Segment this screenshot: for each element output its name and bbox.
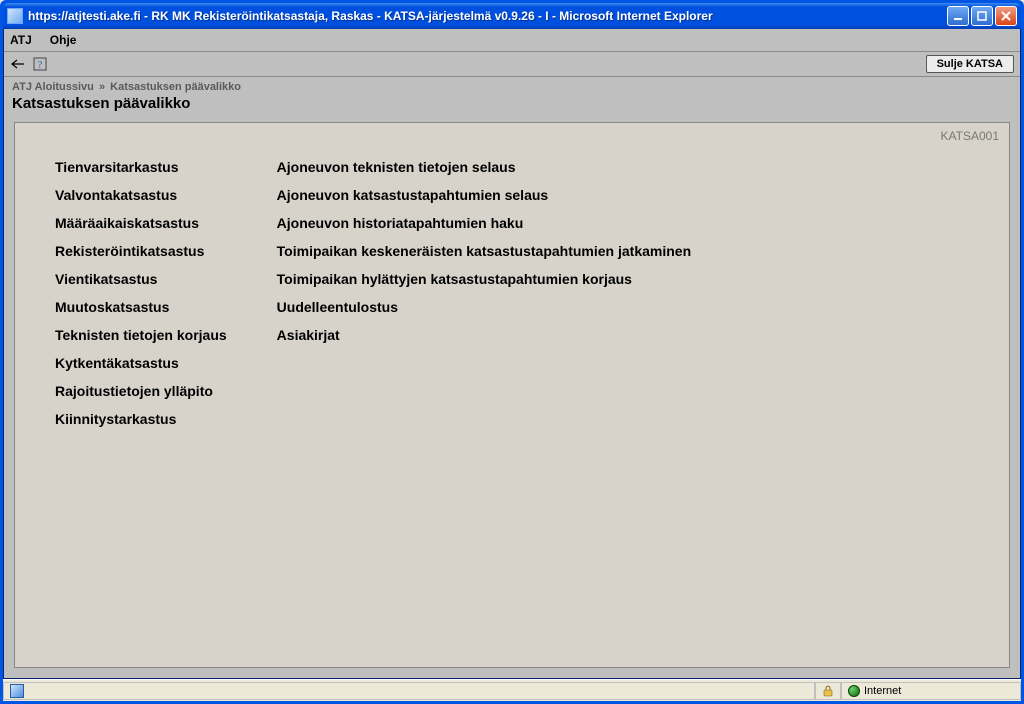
menu-ohje[interactable]: Ohje: [50, 33, 77, 47]
link-valvontakatsastus[interactable]: Valvontakatsastus: [55, 181, 227, 209]
close-button[interactable]: [995, 6, 1017, 26]
link-keskeneraisten-jatkaminen[interactable]: Toimipaikan keskeneräisten katsastustapa…: [277, 237, 691, 265]
toolbar: ? Sulje KATSA: [4, 52, 1020, 77]
link-maaraaikaiskatsastus[interactable]: Määräaikaiskatsastus: [55, 209, 227, 237]
ie-icon: [10, 684, 24, 698]
link-teknisten-tietojen-selaus[interactable]: Ajoneuvon teknisten tietojen selaus: [277, 153, 691, 181]
link-kytkentakatsastus[interactable]: Kytkentäkatsastus: [55, 349, 227, 377]
link-teknisten-tietojen-korjaus[interactable]: Teknisten tietojen korjaus: [55, 321, 227, 349]
link-hylattyjen-korjaus[interactable]: Toimipaikan hylättyjen katsastustapahtum…: [277, 265, 691, 293]
page-title: Katsastuksen päävalikko: [4, 93, 1020, 122]
breadcrumb-separator: »: [99, 81, 105, 93]
window-title: https://atjtesti.ake.fi - RK MK Rekister…: [28, 9, 947, 23]
maximize-button[interactable]: [971, 6, 993, 26]
breadcrumb-root[interactable]: ATJ Aloitussivu: [12, 81, 94, 93]
breadcrumb: ATJ Aloitussivu » Katsastuksen päävalikk…: [4, 77, 1020, 93]
link-tienvarsitarkastus[interactable]: Tienvarsitarkastus: [55, 153, 227, 181]
panel-wrap: KATSA001 Tienvarsitarkastus Valvontakats…: [4, 122, 1020, 678]
status-zone-pane: Internet: [841, 682, 1021, 700]
link-rajoitustietojen-yllapito[interactable]: Rajoitustietojen ylläpito: [55, 377, 227, 405]
back-icon[interactable]: [10, 56, 26, 72]
globe-icon: [848, 685, 860, 697]
app-window: https://atjtesti.ake.fi - RK MK Rekister…: [0, 0, 1024, 704]
minimize-button[interactable]: [947, 6, 969, 26]
link-historiatapahtumien-haku[interactable]: Ajoneuvon historiatapahtumien haku: [277, 209, 691, 237]
ie-page-icon: [7, 8, 23, 24]
close-katsa-button[interactable]: Sulje KATSA: [926, 55, 1014, 73]
link-asiakirjat[interactable]: Asiakirjat: [277, 321, 691, 349]
menu-bar: ATJ Ohje: [4, 29, 1020, 52]
link-katsastustapahtumien-selaus[interactable]: Ajoneuvon katsastustapahtumien selaus: [277, 181, 691, 209]
help-icon[interactable]: ?: [32, 56, 48, 72]
status-zone-text: Internet: [864, 685, 901, 697]
link-muutoskatsastus[interactable]: Muutoskatsastus: [55, 293, 227, 321]
menu-column-1: Tienvarsitarkastus Valvontakatsastus Mää…: [55, 153, 227, 433]
link-vientikatsastus[interactable]: Vientikatsastus: [55, 265, 227, 293]
svg-text:?: ?: [38, 60, 43, 71]
lock-icon: [823, 685, 833, 697]
link-kiinnitystarkastus[interactable]: Kiinnitystarkastus: [55, 405, 227, 433]
status-bar: Internet: [3, 679, 1021, 701]
title-bar: https://atjtesti.ake.fi - RK MK Rekister…: [3, 3, 1021, 29]
client-area: ATJ Ohje ? Sulje KATSA ATJ Aloitussivu »…: [3, 29, 1021, 679]
menu-column-2: Ajoneuvon teknisten tietojen selaus Ajon…: [277, 153, 691, 433]
status-left: [3, 682, 815, 700]
menu-atj[interactable]: ATJ: [10, 33, 32, 47]
status-lock-pane: [815, 682, 841, 700]
menu-columns: Tienvarsitarkastus Valvontakatsastus Mää…: [55, 153, 969, 433]
window-controls: [947, 6, 1017, 26]
breadcrumb-current: Katsastuksen päävalikko: [110, 81, 241, 93]
link-uudelleentulostus[interactable]: Uudelleentulostus: [277, 293, 691, 321]
main-panel: KATSA001 Tienvarsitarkastus Valvontakats…: [14, 122, 1010, 668]
link-rekisterointikatsastus[interactable]: Rekisteröintikatsastus: [55, 237, 227, 265]
page-code: KATSA001: [941, 129, 999, 143]
